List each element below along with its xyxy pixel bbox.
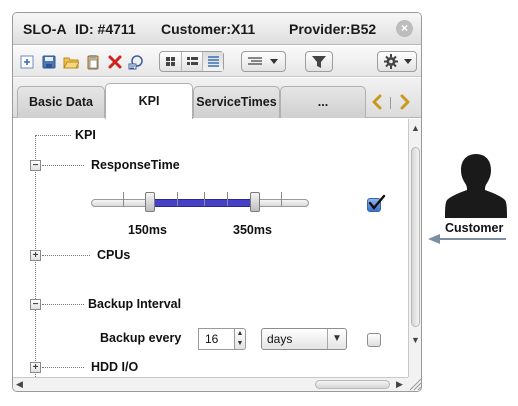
backup-every-label: Backup every <box>100 331 182 345</box>
slider-tick <box>177 192 178 206</box>
vertical-scrollbar[interactable]: ▲ ▼ <box>408 119 421 377</box>
horizontal-scrollbar[interactable]: ◀ ▶ <box>13 377 408 391</box>
response-time-max-label: 350ms <box>233 223 272 237</box>
slider-tick <box>281 192 282 206</box>
tree-node-response-time[interactable]: ResponseTime <box>91 158 180 172</box>
response-time-min-handle[interactable] <box>144 192 155 212</box>
tree-root-kpi: KPI <box>75 128 96 142</box>
backup-unit-select[interactable]: days ▼ <box>261 328 347 350</box>
scroll-right-icon[interactable]: ▶ <box>396 379 403 390</box>
new-icon[interactable] <box>19 54 35 70</box>
slo-window: SLO-A ID: #4711 Customer:X11 Provider:B5… <box>12 12 422 392</box>
backup-interval-input[interactable]: 16 <box>198 328 235 350</box>
slider-tick <box>123 192 124 206</box>
close-icon[interactable]: × <box>396 20 413 37</box>
slider-tick <box>227 192 228 206</box>
settings-icon <box>384 54 412 69</box>
expand-hdd-io-icon[interactable]: + <box>30 362 41 373</box>
tree-connector <box>42 367 84 368</box>
checkmark-icon <box>368 194 386 210</box>
tree-connector <box>42 304 84 305</box>
slider-tick <box>204 192 205 206</box>
align-dropdown[interactable] <box>241 51 286 72</box>
tab-service-times[interactable]: ServiceTimes <box>193 86 280 118</box>
align-icon <box>248 57 278 65</box>
tab-more[interactable]: ... <box>280 86 366 118</box>
arrow-left-icon <box>428 234 506 244</box>
tab-basic-data[interactable]: Basic Data <box>17 86 105 118</box>
backup-unit-value: days <box>267 332 293 346</box>
title-bar: SLO-A ID: #4711 Customer:X11 Provider:B5… <box>13 13 421 45</box>
tab-scroll-left-icon[interactable] <box>370 94 386 110</box>
view-mode-group <box>159 51 224 72</box>
vertical-scroll-thumb[interactable] <box>411 147 420 327</box>
response-time-min-label: 150ms <box>128 223 167 237</box>
tree-node-backup-interval[interactable]: Backup Interval <box>88 297 181 311</box>
tree-connector <box>42 255 90 256</box>
kpi-tree-panel: KPI − ResponseTime 150ms 350ms + CPUs − … <box>13 119 408 377</box>
tab-scroll-divider <box>390 97 391 109</box>
toolbar <box>13 46 421 77</box>
tree-node-cpus[interactable]: CPUs <box>97 248 130 262</box>
scroll-left-icon[interactable]: ◀ <box>16 379 23 390</box>
tab-kpi[interactable]: KPI <box>105 83 193 119</box>
view-list-icon[interactable] <box>202 52 223 71</box>
view-large-icon[interactable] <box>160 52 181 71</box>
view-small-icon[interactable] <box>181 52 202 71</box>
filter-icon <box>312 56 326 68</box>
chevron-down-icon: ▼ <box>327 329 346 349</box>
response-time-max-handle[interactable] <box>249 192 260 212</box>
response-time-selected-range <box>149 199 255 207</box>
tab-bar: Basic Data KPI ServiceTimes ... <box>13 78 421 119</box>
save-icon[interactable] <box>41 54 57 70</box>
delete-icon[interactable] <box>107 54 123 70</box>
settings-dropdown[interactable] <box>377 51 417 72</box>
open-icon[interactable] <box>63 54 79 70</box>
backup-interval-stepper[interactable]: ▲ ▼ <box>235 328 246 350</box>
tab-scroll-right-icon[interactable] <box>396 94 412 110</box>
backup-interval-enabled-checkbox[interactable] <box>367 333 381 347</box>
resize-grip-icon[interactable] <box>408 377 422 391</box>
expand-cpus-icon[interactable]: + <box>30 250 41 261</box>
properties-icon[interactable] <box>128 54 144 70</box>
tree-connector <box>42 165 84 166</box>
scroll-up-icon[interactable]: ▲ <box>411 123 420 133</box>
slo-customer: Customer:X11 <box>161 21 256 37</box>
customer-avatar-icon <box>445 154 507 218</box>
slo-name: SLO-A <box>23 21 67 37</box>
filter-button[interactable] <box>305 51 333 72</box>
tree-connector <box>35 135 71 136</box>
slo-id: ID: #4711 <box>75 21 136 37</box>
horizontal-scroll-thumb[interactable] <box>315 380 390 389</box>
tree-node-hdd-io[interactable]: HDD I/O <box>91 360 138 374</box>
slo-provider: Provider:B52 <box>289 21 377 37</box>
collapse-backup-interval-icon[interactable]: − <box>30 299 41 310</box>
paste-icon[interactable] <box>85 54 101 70</box>
scroll-down-icon[interactable]: ▼ <box>411 335 420 345</box>
response-time-enabled-checkbox[interactable] <box>367 194 386 212</box>
collapse-response-time-icon[interactable]: − <box>30 160 41 171</box>
